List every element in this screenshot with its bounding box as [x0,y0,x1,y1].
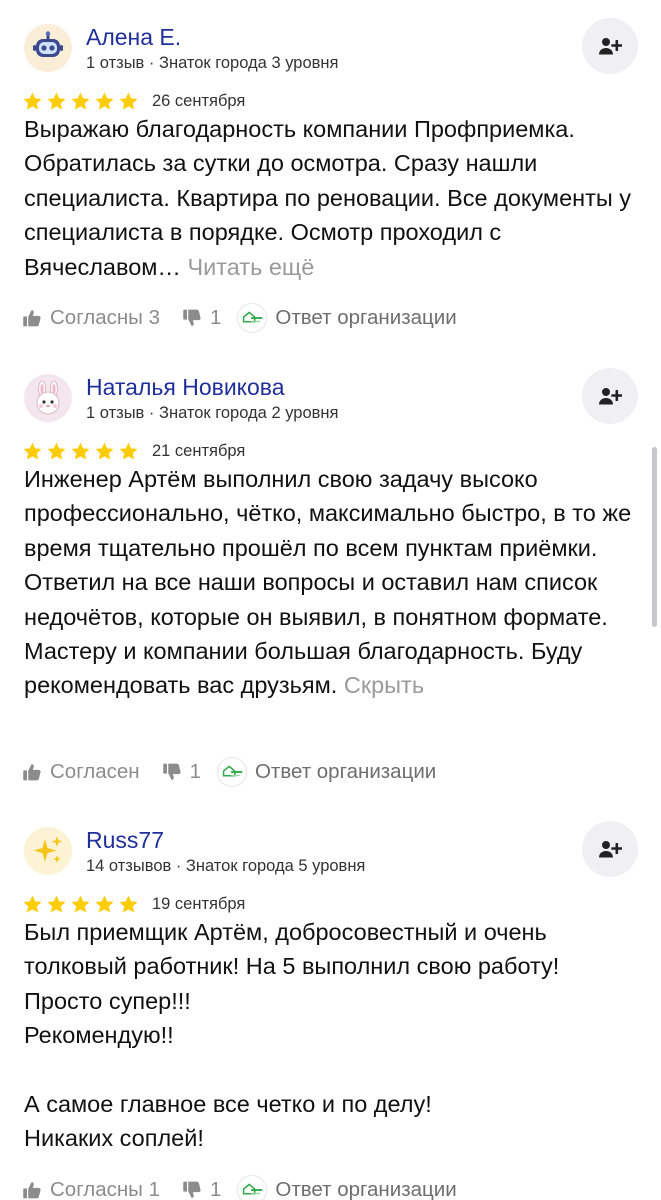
organization-logo-icon [237,1175,268,1200]
dislike-count: 1 [189,760,201,783]
add-user-icon [598,34,622,58]
star-rating: 19 сентября [22,893,245,915]
organization-reply-link[interactable]: Ответ организации [237,1175,457,1200]
reply-label: Ответ организации [254,760,437,783]
read-more-link[interactable]: Читать ещё [187,254,314,280]
page-scrollbar[interactable] [652,447,657,627]
star-icon [46,894,67,915]
robot-emoji-icon [33,31,63,57]
review-date: 19 сентября [152,894,246,913]
hide-text-link[interactable]: Скрыть [344,672,424,698]
review-text: Был приемщик Артём, добросовестный и оче… [24,915,639,1156]
author-name[interactable]: Наталья Новикова [86,374,285,401]
review-actions: Согласны 3 1 Ответ организации [22,303,457,333]
like-label: Согласен [50,760,140,783]
star-icon [22,441,43,462]
star-rating: 21 сентября [22,440,245,462]
thumbs-up-icon [22,762,42,782]
author-meta: 14 отзывов · Знаток города 5 уровня [86,857,366,875]
star-icon [94,91,115,112]
thumbs-down-icon [182,1180,202,1200]
reply-label: Ответ организации [275,306,457,329]
organization-logo-icon [237,303,268,333]
dislike-button[interactable]: 1 [162,760,201,784]
review-date: 26 сентября [152,91,246,110]
like-button[interactable]: Согласны 1 [22,1178,160,1200]
organization-logo-icon [216,757,247,787]
author-name[interactable]: Алена Е. [86,24,181,51]
avatar[interactable] [24,827,72,875]
review-body: Выражаю благодарность компании Профприем… [24,116,632,280]
review-text: Выражаю благодарность компании Профприем… [24,112,639,284]
dislike-button[interactable]: 1 [182,1178,221,1200]
like-label: Согласны 3 [50,306,160,329]
subscribe-author-button[interactable] [582,368,638,424]
author-meta: 1 отзыв · Знаток города 2 уровня [86,404,339,422]
star-icon [22,894,43,915]
star-icon [70,441,91,462]
star-icon [46,441,67,462]
add-user-icon [598,384,622,408]
star-icon [94,894,115,915]
dislike-count: 1 [210,1178,222,1200]
star-icon [70,91,91,112]
bunny-emoji-icon [36,380,60,415]
avatar[interactable] [24,24,72,72]
star-icon [118,91,139,112]
star-icon [118,894,139,915]
star-rating: 26 сентября [22,90,245,112]
author-name[interactable]: Russ77 [86,827,164,854]
organization-reply-link[interactable]: Ответ организации [216,757,437,787]
thumbs-down-icon [182,308,202,328]
star-icon [94,441,115,462]
star-icon [70,894,91,915]
review-body: Был приемщик Артём, добросовестный и оче… [24,919,560,1152]
like-label: Согласны 1 [50,1178,160,1200]
star-icon [46,91,67,112]
star-icon [22,91,43,112]
reply-label: Ответ организации [275,1178,457,1200]
thumbs-down-icon [162,762,182,782]
dislike-button[interactable]: 1 [182,306,221,330]
avatar[interactable] [24,374,72,422]
subscribe-author-button[interactable] [582,821,638,877]
review-actions: Согласны 1 1 Ответ организации [22,1175,457,1200]
like-button[interactable]: Согласны 3 [22,306,160,330]
sparkles-emoji-icon [33,836,63,863]
like-button[interactable]: Согласен [22,760,140,784]
review-date: 21 сентября [152,441,246,460]
dislike-count: 1 [210,306,222,329]
review-actions: Согласен 1 Ответ организации [22,757,436,787]
review-text: Инженер Артём выполнил свою задачу высок… [24,462,639,703]
star-icon [118,441,139,462]
add-user-icon [598,837,622,861]
thumbs-up-icon [22,1180,42,1200]
thumbs-up-icon [22,308,42,328]
author-meta: 1 отзыв · Знаток города 3 уровня [86,54,339,72]
organization-reply-link[interactable]: Ответ организации [237,303,457,333]
review-body: Инженер Артём выполнил свою задачу высок… [24,466,632,699]
subscribe-author-button[interactable] [582,18,638,74]
